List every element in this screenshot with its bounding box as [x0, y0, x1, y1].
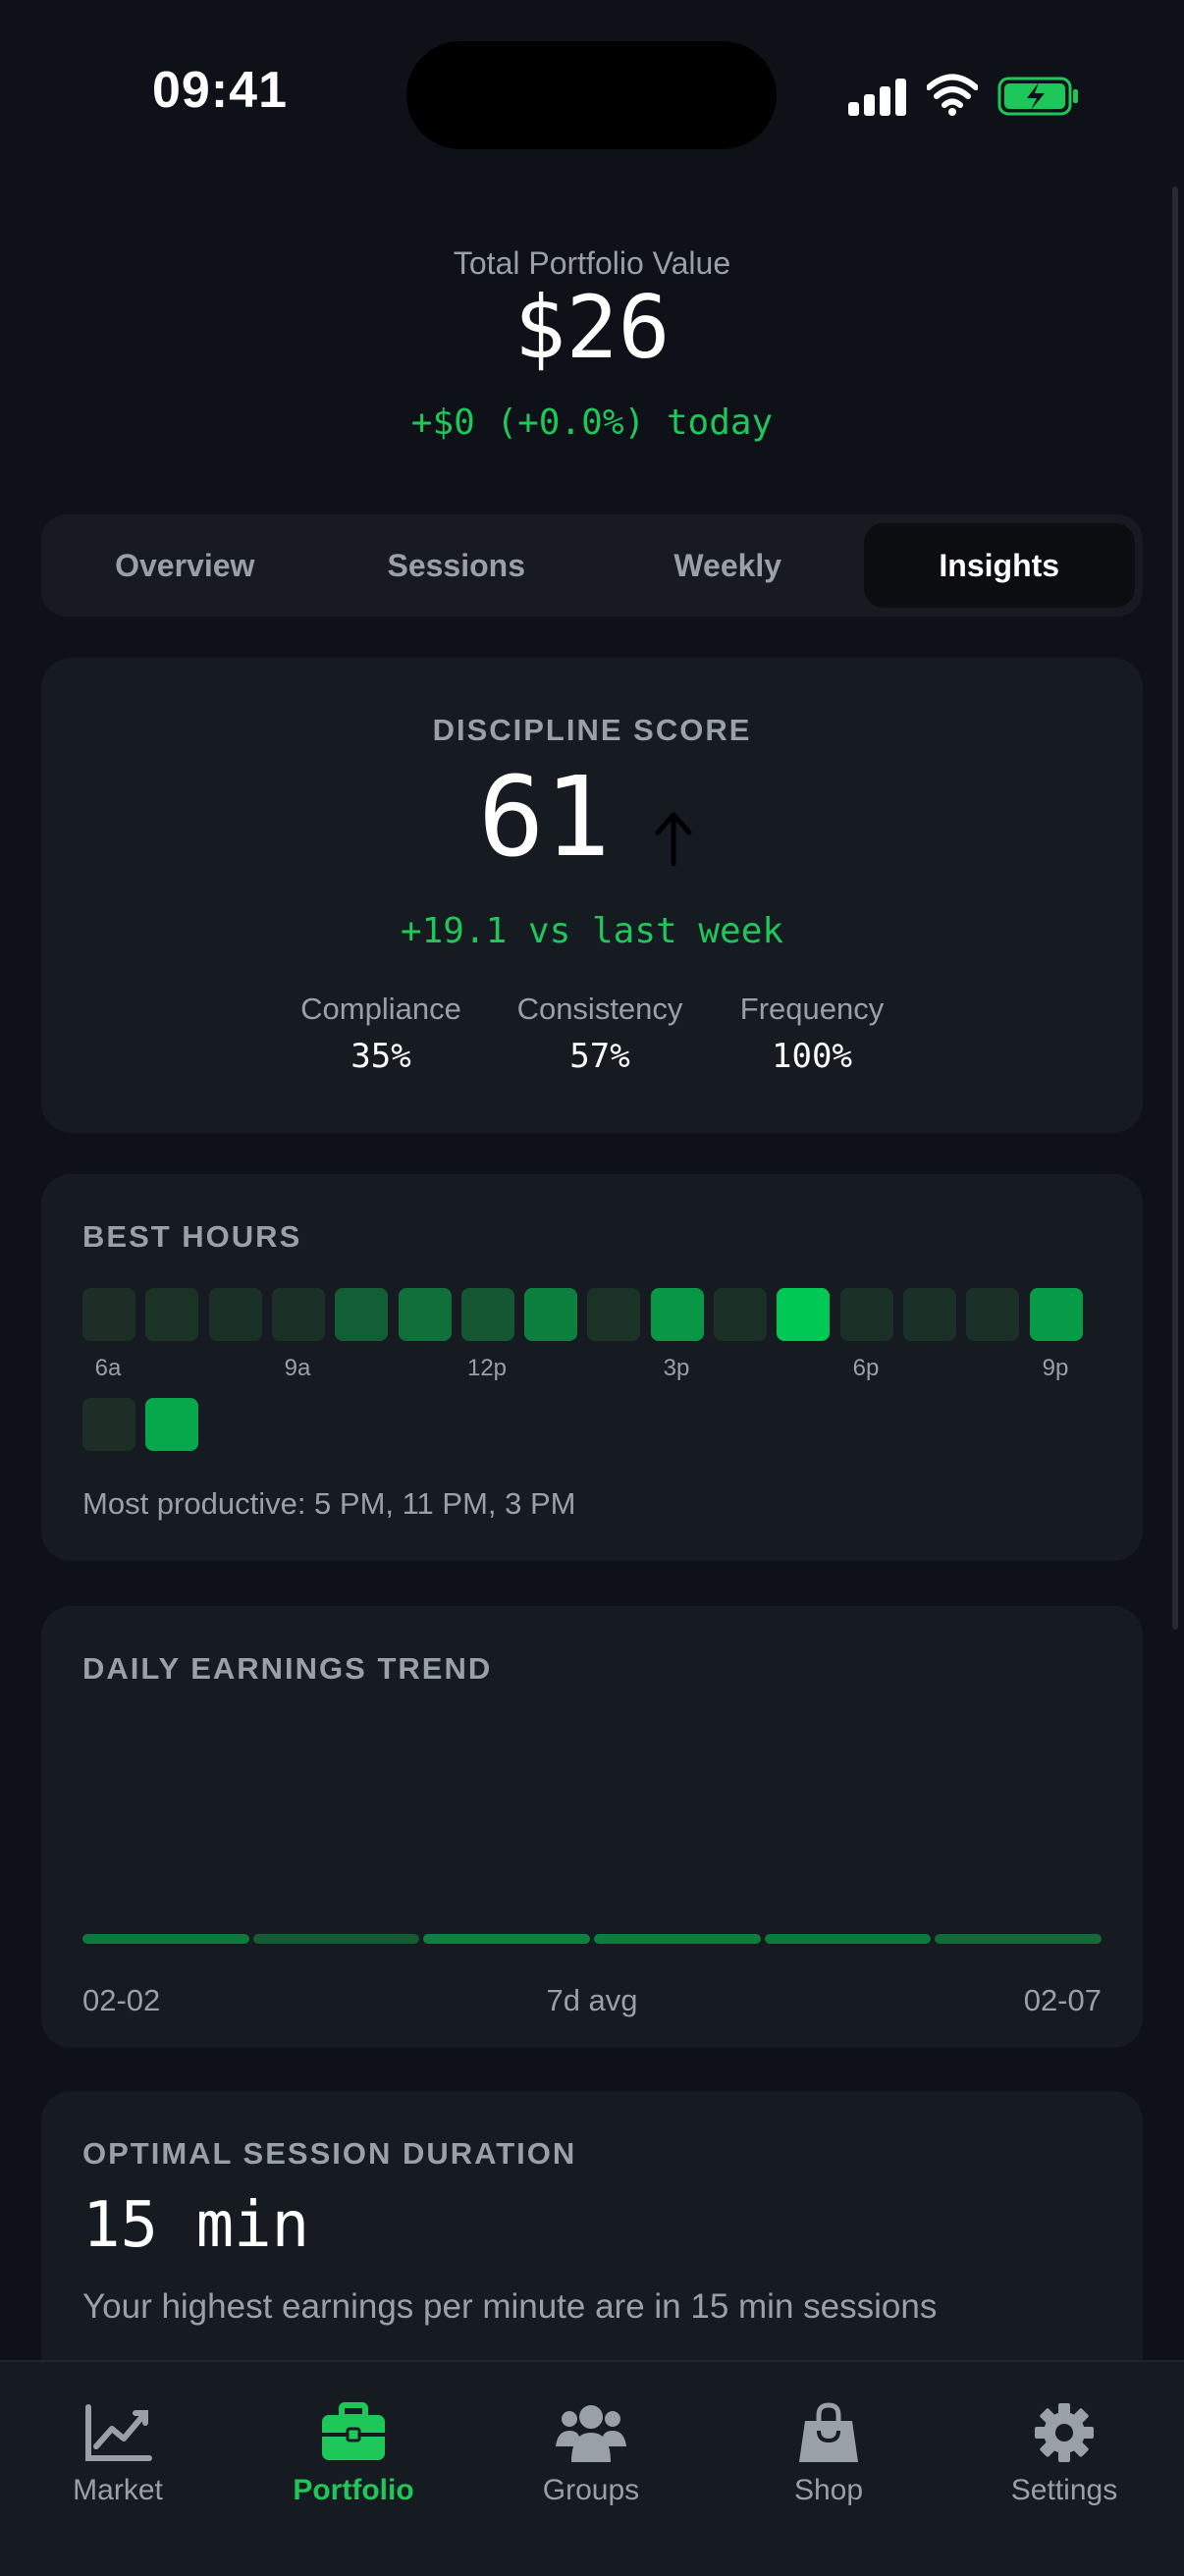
hour-cell — [145, 1288, 199, 1341]
portfolio-change: +$0 (+0.0%) today — [410, 402, 774, 443]
hour-cell — [145, 1398, 199, 1451]
briefcase-icon — [322, 2402, 385, 2460]
battery-charging-icon — [997, 77, 1078, 116]
hour-cell — [902, 1288, 956, 1341]
optimal-duration-card: OPTIMAL SESSION DURATION 15 min Your hig… — [41, 2091, 1143, 2386]
hour-tick: 6a — [94, 1355, 122, 1381]
nav-groups[interactable]: Groups — [493, 2401, 689, 2507]
discipline-score-title: DISCIPLINE SCORE — [432, 713, 752, 747]
earnings-trend-card: DAILY EARNINGS TREND 02-02 7d avg 02-07 — [41, 1606, 1143, 2048]
optimal-duration-description: Your highest earnings per minute are in … — [82, 2287, 938, 2326]
metric-compliance: Compliance 35% — [293, 992, 469, 1076]
trend-segment — [764, 1934, 932, 1944]
hour-cell — [335, 1288, 389, 1341]
metric-consistency: Consistency 57% — [507, 992, 693, 1076]
tab-overview[interactable]: Overview — [49, 523, 321, 608]
trend-segment — [82, 1934, 249, 1944]
metric-label: Consistency — [516, 992, 683, 1026]
trend-segment — [423, 1934, 590, 1944]
users-icon — [556, 2405, 626, 2462]
hour-cell — [839, 1288, 893, 1341]
hour-cell — [271, 1288, 325, 1341]
nav-label: Portfolio — [293, 2474, 414, 2506]
metric-value: 57% — [569, 1037, 630, 1076]
hour-cell — [587, 1288, 641, 1341]
discipline-score-value: 61 — [478, 754, 611, 882]
hour-tick: 9p — [1042, 1355, 1069, 1381]
hour-cell — [82, 1288, 135, 1341]
nav-market[interactable]: Market — [20, 2401, 216, 2507]
metric-frequency: Frequency 100% — [728, 992, 895, 1076]
hour-tick: 9a — [284, 1355, 311, 1381]
hour-cell — [460, 1288, 514, 1341]
trend-segment — [935, 1934, 1102, 1944]
nav-label: Groups — [542, 2474, 640, 2506]
trend-end-label: 02-07 — [1023, 1983, 1102, 2017]
trend-average-label: 7d avg — [546, 1983, 638, 2017]
status-time: 09:41 — [152, 62, 288, 119]
hour-cell — [1029, 1288, 1083, 1341]
hour-cell — [966, 1288, 1020, 1341]
optimal-duration-value: 15 min — [82, 2189, 310, 2262]
discipline-score-change: +19.1 vs last week — [400, 911, 784, 951]
portfolio-value: $26 — [513, 277, 671, 378]
hour-cell — [398, 1288, 452, 1341]
hour-tick: 6p — [852, 1355, 880, 1381]
dynamic-island — [406, 41, 777, 149]
hour-cell — [650, 1288, 704, 1341]
gear-icon — [1035, 2403, 1094, 2462]
nav-label: Market — [73, 2474, 163, 2506]
best-hours-note: Most productive: 5 PM, 11 PM, 3 PM — [82, 1486, 576, 1521]
tab-insights[interactable]: Insights — [863, 523, 1135, 608]
hour-cell — [714, 1288, 767, 1341]
hour-tick: 3p — [663, 1355, 690, 1381]
arrow-up-icon — [655, 812, 692, 866]
optimal-duration-title: OPTIMAL SESSION DURATION — [82, 2136, 577, 2171]
nav-label: Settings — [1010, 2474, 1118, 2506]
trend-segment — [594, 1934, 761, 1944]
nav-settings[interactable]: Settings — [966, 2401, 1162, 2507]
shopping-bag-icon — [799, 2402, 858, 2462]
hour-cell — [777, 1288, 831, 1341]
nav-label: Shop — [793, 2474, 864, 2506]
nav-portfolio[interactable]: Portfolio — [255, 2401, 452, 2507]
bottom-nav: Market Portfolio Groups Shop Settings — [0, 2360, 1184, 2576]
tab-weekly[interactable]: Weekly — [592, 523, 864, 608]
wifi-icon — [927, 74, 978, 116]
chart-line-icon — [85, 2404, 152, 2461]
metric-label: Frequency — [739, 992, 885, 1026]
discipline-score-card: DISCIPLINE SCORE 61 +19.1 vs last week C… — [41, 658, 1143, 1133]
metric-value: 100% — [772, 1037, 852, 1076]
metric-value: 35% — [350, 1037, 411, 1076]
hour-cell — [82, 1398, 135, 1451]
hour-cell — [524, 1288, 578, 1341]
metric-label: Compliance — [300, 992, 461, 1026]
hour-cell — [208, 1288, 262, 1341]
tab-sessions[interactable]: Sessions — [321, 523, 593, 608]
trend-segment — [252, 1934, 420, 1944]
best-hours-card: BEST HOURS 6a 9a 12p 3p 6p 9p Most produ… — [41, 1174, 1143, 1561]
nav-shop[interactable]: Shop — [730, 2401, 927, 2507]
hour-tick: 12p — [466, 1355, 508, 1381]
best-hours-title: BEST HOURS — [82, 1219, 302, 1254]
signal-icon — [848, 77, 907, 116]
segmented-tabs: Overview Sessions Weekly Insights — [41, 514, 1143, 617]
earnings-trend-title: DAILY EARNINGS TREND — [82, 1651, 493, 1686]
